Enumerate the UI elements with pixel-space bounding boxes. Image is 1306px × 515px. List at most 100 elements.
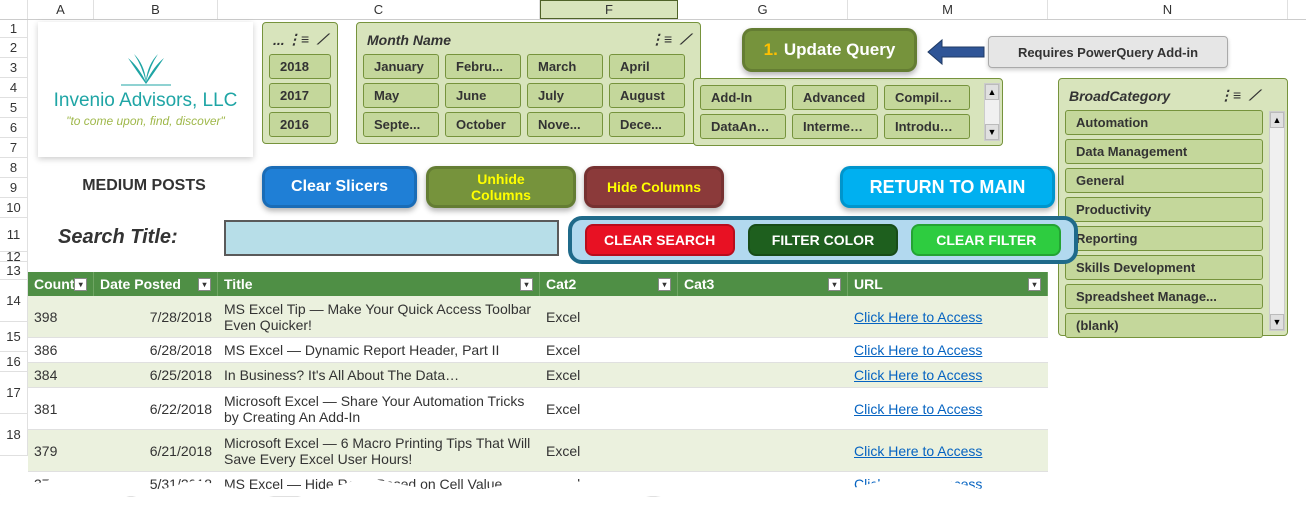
slicer-item-2018[interactable]: 2018 [269,54,331,79]
month-slicer[interactable]: Month Name ⋮≡ ⟋ January Febru... March A… [356,22,701,144]
row-header-18[interactable]: 18 [0,414,28,456]
multiselect-icon[interactable]: ⋮≡ [287,31,309,48]
slicer-item-introduct[interactable]: Introduct... [884,114,970,139]
row-header-14[interactable]: 14 [0,280,28,322]
row-header-4[interactable]: 4 [0,78,28,98]
cell-cat3[interactable] [678,296,848,337]
search-input[interactable] [224,220,559,256]
clear-filter-icon[interactable]: ⟋ [1249,87,1259,104]
slicer-item-reporting[interactable]: Reporting [1065,226,1263,251]
cell-cat3[interactable] [678,363,848,387]
hide-columns-button[interactable]: Hide Columns [584,166,724,208]
cell-cat2[interactable]: Excel [540,388,678,429]
slicer-item-skills[interactable]: Skills Development [1065,255,1263,280]
return-to-main-button[interactable]: RETURN TO MAIN [840,166,1055,208]
cell-count[interactable]: 398 [28,296,94,337]
filter-color-button[interactable]: FILTER COLOR [748,224,898,256]
row-header-17[interactable]: 17 [0,372,28,414]
row-header-8[interactable]: 8 [0,158,28,178]
slicer-item-dataanal[interactable]: DataAnal... [700,114,786,139]
row-header-5[interactable]: 5 [0,98,28,118]
multiselect-icon[interactable]: ⋮≡ [650,31,672,48]
th-cat2[interactable]: Cat2▾ [540,272,678,296]
access-link[interactable]: Click Here to Access [854,401,982,417]
cell-url[interactable]: Click Here to Access [848,363,1048,387]
category-slicer[interactable]: BroadCategory ⋮≡ ⟋ Automation Data Manag… [1058,78,1288,336]
row-header-15[interactable]: 15 [0,322,28,352]
year-slicer[interactable]: ... ⋮≡ ⟋ 2018 2017 2016 [262,22,338,144]
col-header-a[interactable]: A [28,0,94,19]
access-link[interactable]: Click Here to Access [854,342,982,358]
col-header-b[interactable]: B [94,0,218,19]
update-query-button[interactable]: 1. Update Query [742,28,917,72]
row-header-11[interactable]: 11 [0,218,28,252]
table-row[interactable]: 3866/28/2018MS Excel — Dynamic Report He… [28,338,1048,363]
filter-dropdown-icon[interactable]: ▾ [74,278,87,291]
row-header-13[interactable]: 13 [0,262,28,280]
cell-cat3[interactable] [678,388,848,429]
cell-date[interactable]: 6/21/2018 [94,430,218,471]
filter-dropdown-icon[interactable]: ▾ [658,278,671,291]
slicer-item-feb[interactable]: Febru... [445,54,521,79]
cell-cat2[interactable]: Excel [540,296,678,337]
slicer-item-compilat[interactable]: Compilat... [884,85,970,110]
cell-cat3[interactable] [678,430,848,471]
slicer-item-spreadsheet[interactable]: Spreadsheet Manage... [1065,284,1263,309]
filter-dropdown-icon[interactable]: ▾ [198,278,211,291]
cell-date[interactable]: 7/28/2018 [94,296,218,337]
row-header-6[interactable]: 6 [0,118,28,138]
slicer-item-nov[interactable]: Nove... [527,112,603,137]
row-header-1[interactable]: 1 [0,20,28,38]
cell-title[interactable]: MS Excel — Dynamic Report Header, Part I… [218,338,540,362]
clear-slicers-button[interactable]: Clear Slicers [262,166,417,208]
row-header-2[interactable]: 2 [0,38,28,58]
cell-cat3[interactable] [678,338,848,362]
th-count[interactable]: Count▾ [28,272,94,296]
row-header-3[interactable]: 3 [0,58,28,78]
unhide-columns-button[interactable]: Unhide Columns [426,166,576,208]
cell-url[interactable]: Click Here to Access [848,388,1048,429]
cell-title[interactable]: MS Excel Tip — Make Your Quick Access To… [218,296,540,337]
access-link[interactable]: Click Here to Access [854,309,982,325]
row-header-12[interactable]: 12 [0,252,28,262]
clear-filter-icon[interactable]: ⟋ [680,31,690,48]
scroll-up-icon[interactable]: ▲ [1270,112,1284,128]
row-header-16[interactable]: 16 [0,352,28,372]
slicer-item-intermed[interactable]: Intermed... [792,114,878,139]
col-header-g[interactable]: G [678,0,848,19]
cell-cat2[interactable]: Excel [540,430,678,471]
scroll-up-icon[interactable]: ▲ [985,84,999,100]
row-header-10[interactable]: 10 [0,198,28,218]
slicer-item-general[interactable]: General [1065,168,1263,193]
slicer-item-advanced[interactable]: Advanced [792,85,878,110]
access-link[interactable]: Click Here to Access [854,367,982,383]
access-link[interactable]: Click Here to Access [854,443,982,459]
th-url[interactable]: URL▾ [848,272,1048,296]
clear-filter-button[interactable]: CLEAR FILTER [911,224,1061,256]
cell-url[interactable]: Click Here to Access [848,296,1048,337]
slicer-item-jan[interactable]: January [363,54,439,79]
slicer-item-blank[interactable]: (blank) [1065,313,1263,338]
cell-cat2[interactable]: Excel [540,338,678,362]
slicer-item-aug[interactable]: August [609,83,685,108]
col-header-m[interactable]: M [848,0,1048,19]
th-date[interactable]: Date Posted▾ [94,272,218,296]
slicer-item-jun[interactable]: June [445,83,521,108]
col-header-f[interactable]: F [540,0,678,19]
scroll-down-icon[interactable]: ▼ [985,124,999,140]
table-row[interactable]: 3816/22/2018Microsoft Excel — Share Your… [28,388,1048,430]
cell-url[interactable]: Click Here to Access [848,430,1048,471]
filter-dropdown-icon[interactable]: ▾ [828,278,841,291]
table-row[interactable]: 3846/25/2018In Business? It's All About … [28,363,1048,388]
filter-dropdown-icon[interactable]: ▾ [520,278,533,291]
tags-scrollbar[interactable]: ▲ ▼ [984,83,1000,141]
slicer-item-datamgmt[interactable]: Data Management [1065,139,1263,164]
cell-count[interactable]: 384 [28,363,94,387]
slicer-item-2016[interactable]: 2016 [269,112,331,137]
th-cat3[interactable]: Cat3▾ [678,272,848,296]
corner-cell[interactable] [0,0,28,19]
multiselect-icon[interactable]: ⋮≡ [1219,87,1241,104]
cell-date[interactable]: 6/22/2018 [94,388,218,429]
row-header-7[interactable]: 7 [0,138,28,158]
cell-date[interactable]: 6/25/2018 [94,363,218,387]
